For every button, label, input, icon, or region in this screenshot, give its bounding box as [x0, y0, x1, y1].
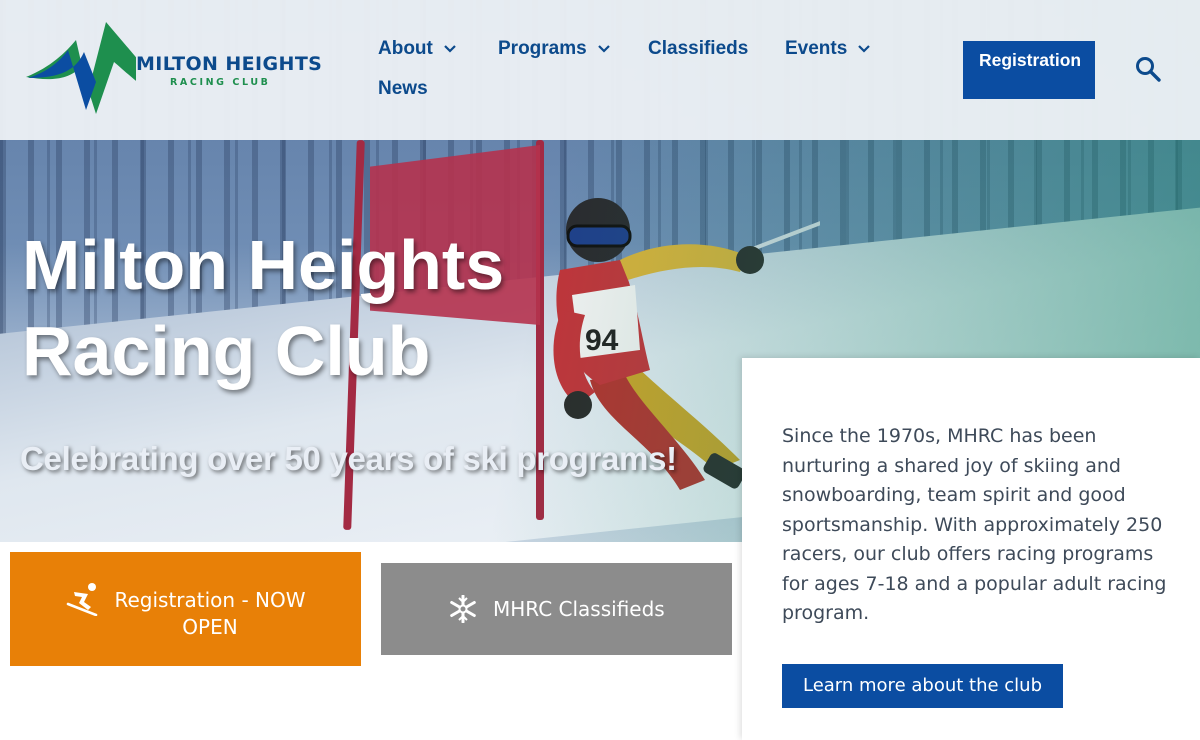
- classifieds-label: MHRC Classifieds: [493, 597, 665, 621]
- nav-item-label: News: [378, 78, 428, 99]
- nav-item-classifieds[interactable]: Classifieds: [648, 38, 748, 60]
- chevron-down-icon: [858, 45, 871, 53]
- site-header: MILTON HEIGHTS RACING CLUB About Program…: [0, 0, 1200, 140]
- nav-item-label: Programs: [498, 38, 587, 59]
- logo-title: MILTON HEIGHTS: [136, 53, 323, 75]
- hero-subtitle: Celebrating over 50 years of ski program…: [20, 440, 677, 477]
- hero-title-line: Milton Heights: [22, 226, 505, 304]
- registration-open-button[interactable]: Registration - NOW OPEN: [10, 552, 361, 666]
- learn-more-button[interactable]: Learn more about the club: [782, 664, 1063, 708]
- registration-button[interactable]: Registration: [963, 41, 1095, 99]
- nav-item-about[interactable]: About: [378, 38, 457, 60]
- search-icon[interactable]: [1134, 55, 1162, 83]
- snowflake-icon: [450, 595, 476, 623]
- mountain-logo-icon: [26, 22, 136, 114]
- about-description: Since the 1970s, MHRC has been nurturing…: [782, 425, 1167, 624]
- chevron-down-icon: [444, 45, 456, 53]
- registration-open-label: Registration - NOW OPEN: [114, 588, 306, 639]
- about-card: Since the 1970s, MHRC has been nurturing…: [742, 358, 1200, 740]
- classifieds-button[interactable]: MHRC Classifieds: [381, 563, 732, 655]
- site-logo[interactable]: MILTON HEIGHTS RACING CLUB: [26, 22, 326, 118]
- chevron-down-icon: [597, 45, 610, 53]
- nav-item-events[interactable]: Events: [785, 38, 871, 60]
- nav-item-news[interactable]: News: [378, 78, 428, 100]
- logo-subtitle: RACING CLUB: [170, 77, 271, 88]
- hero-title-line: Racing Club: [22, 312, 431, 390]
- nav-item-label: Events: [785, 38, 848, 59]
- skier-icon: [66, 583, 98, 616]
- nav-item-programs[interactable]: Programs: [498, 38, 611, 60]
- nav-item-label: About: [378, 38, 433, 59]
- nav-item-label: Classifieds: [648, 38, 749, 59]
- hero-title: Milton Heights Racing Club: [22, 222, 642, 394]
